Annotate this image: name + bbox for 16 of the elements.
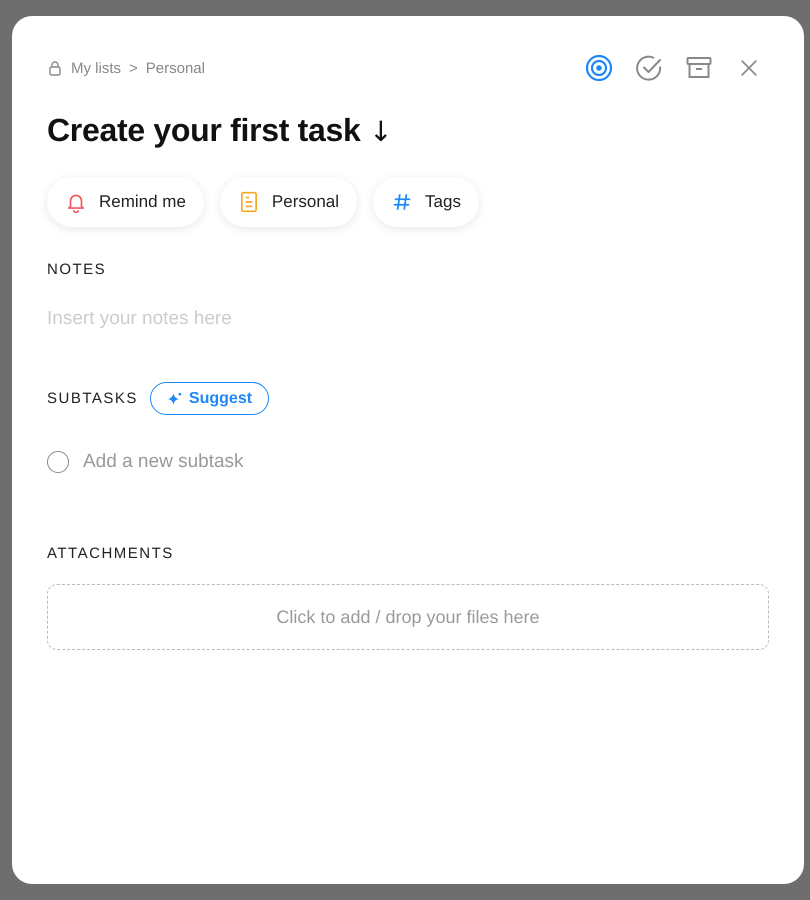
- suggest-button[interactable]: Suggest: [150, 382, 270, 415]
- breadcrumb-link[interactable]: My lists: [71, 60, 121, 76]
- task-title[interactable]: Create your first task: [47, 112, 361, 148]
- target-button[interactable]: [583, 52, 615, 84]
- section-heading: ATTACHMENTS: [47, 545, 175, 562]
- down-arrow-icon: ↓: [369, 115, 392, 148]
- lock-icon: [47, 60, 63, 76]
- chip-button[interactable]: Remind me: [47, 177, 204, 227]
- chip-button[interactable]: Tags: [373, 177, 479, 227]
- breadcrumb-link[interactable]: Personal: [146, 60, 205, 76]
- chip-button[interactable]: Personal: [220, 177, 358, 227]
- sparkle-icon: [166, 390, 183, 406]
- section-heading: SUBTASKS: [47, 390, 138, 407]
- section-heading: NOTES: [47, 261, 108, 278]
- subtask-checkbox[interactable]: [47, 451, 69, 473]
- breadcrumb-separator: >: [129, 60, 138, 76]
